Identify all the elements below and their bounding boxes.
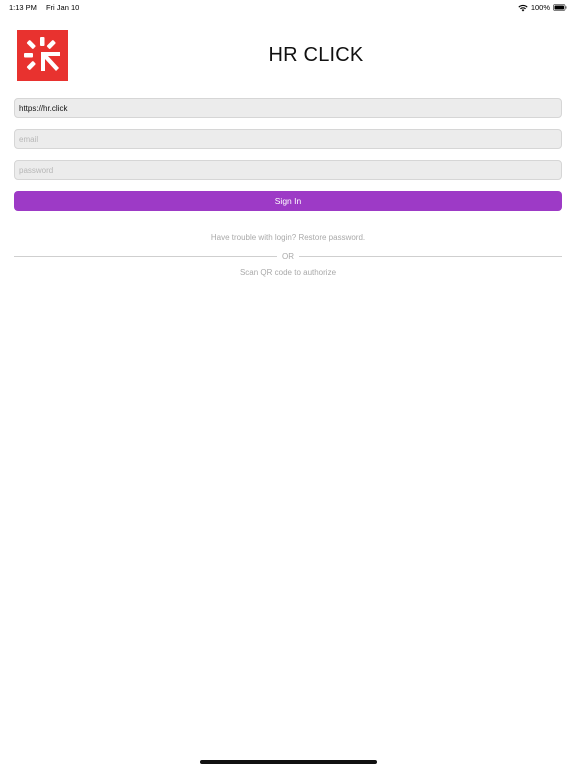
server-url-input[interactable]: [14, 98, 562, 118]
status-bar: 1:13 PM Fri Jan 10 100%: [0, 0, 576, 14]
status-date: Fri Jan 10: [45, 3, 80, 12]
app-title: HR CLICK: [268, 44, 364, 66]
battery-icon: [553, 4, 567, 11]
or-divider: OR: [14, 250, 562, 262]
sign-in-button[interactable]: Sign In: [14, 191, 562, 211]
divider-line-left: [14, 255, 277, 257]
status-left: 1:13 PM Fri Jan 10: [9, 3, 79, 12]
email-input[interactable]: [14, 129, 562, 149]
password-input[interactable]: [14, 160, 562, 180]
or-label: OR: [282, 251, 294, 261]
divider-line-right: [299, 255, 562, 257]
home-indicator: [200, 760, 377, 764]
restore-password-link[interactable]: Have trouble with login? Restore passwor…: [0, 233, 576, 242]
wifi-icon: [518, 4, 528, 12]
status-time: 1:13 PM: [9, 3, 37, 12]
scan-qr-link[interactable]: Scan QR code to authorize: [0, 268, 576, 277]
status-right: 100%: [518, 3, 567, 12]
battery-percent: 100%: [530, 3, 550, 12]
